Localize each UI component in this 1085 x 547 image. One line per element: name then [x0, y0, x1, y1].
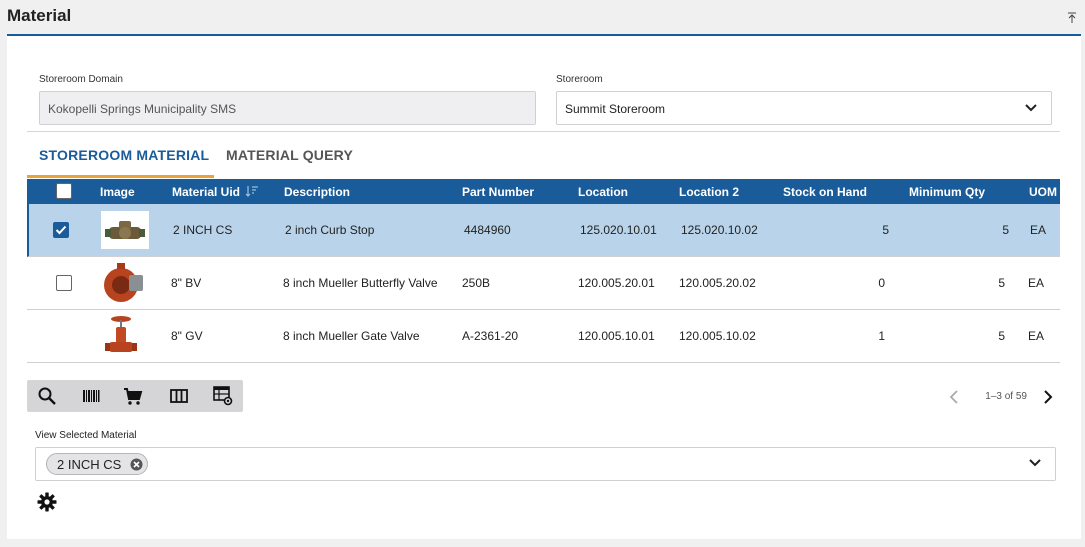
table-toolbar: [27, 380, 243, 412]
checkmark-icon: [55, 225, 67, 235]
uom: EA: [1028, 329, 1045, 343]
table-settings-icon[interactable]: [213, 386, 233, 406]
chevron-down-icon: [1025, 104, 1037, 112]
location-2: 125.020.10.02: [681, 223, 758, 237]
column-header-image: Image: [100, 185, 135, 199]
search-icon[interactable]: [37, 386, 57, 406]
select-all-checkbox[interactable]: [56, 183, 72, 199]
column-header-material-uid-label: Material Uid: [172, 185, 241, 199]
location: 120.005.10.01: [578, 329, 655, 343]
page-header: Material: [7, 0, 1081, 36]
column-header-material-uid[interactable]: Material Uid: [172, 185, 259, 199]
chip-label: 2 INCH CS: [57, 457, 122, 472]
material-panel: Storeroom Domain Kokopelli Springs Munic…: [7, 36, 1081, 539]
stock-on-hand: 5: [882, 223, 889, 237]
row-checkbox[interactable]: [56, 275, 72, 291]
storeroom-select[interactable]: Summit Storeroom: [556, 91, 1052, 125]
location-2: 120.005.20.02: [679, 276, 756, 290]
tab-material-query[interactable]: MATERIAL QUERY: [226, 147, 353, 163]
column-header-stock-on-hand[interactable]: Stock on Hand: [783, 185, 867, 199]
selected-material-chip[interactable]: 2 INCH CS: [46, 453, 149, 475]
row-checkbox[interactable]: [53, 222, 69, 238]
remove-chip-icon[interactable]: [130, 458, 143, 471]
curb-stop-image: [101, 211, 149, 249]
sort-icon[interactable]: [245, 185, 259, 197]
storeroom-select-value: Summit Storeroom: [565, 102, 666, 116]
description: 8 inch Mueller Butterfly Valve: [283, 276, 438, 290]
material-table: Image Material Uid Description Part Numb…: [27, 179, 1060, 363]
next-page-icon[interactable]: [1043, 390, 1053, 404]
column-header-location[interactable]: Location: [578, 185, 628, 199]
selected-material-field[interactable]: 2 INCH CS: [35, 447, 1056, 481]
collapse-icon[interactable]: [1067, 12, 1077, 24]
page-range: 1–3 of 59: [985, 391, 1027, 402]
column-header-part-number[interactable]: Part Number: [462, 185, 534, 199]
pagination: 1–3 of 59: [935, 388, 1055, 408]
part-number: A-2361-20: [462, 329, 519, 343]
material-uid: 2 INCH CS: [173, 223, 233, 237]
column-header-description[interactable]: Description: [284, 185, 350, 199]
butterfly-valve-image: [99, 261, 147, 305]
table-row[interactable]: 8" BV 8 inch Mueller Butterfly Valve 250…: [27, 257, 1060, 310]
storeroom-domain-field: Kokopelli Springs Municipality SMS: [39, 91, 536, 125]
view-selected-material-label: View Selected Material: [35, 430, 137, 441]
table-row[interactable]: 8" GV 8 inch Mueller Gate Valve A-2361-2…: [27, 310, 1060, 363]
tab-storeroom-material[interactable]: STOREROOM MATERIAL: [39, 147, 209, 163]
columns-icon[interactable]: [169, 386, 189, 406]
table-header: Image Material Uid Description Part Numb…: [27, 179, 1060, 204]
material-uid: 8" BV: [171, 276, 202, 290]
storeroom-label: Storeroom: [556, 74, 603, 85]
column-header-minimum-qty[interactable]: Minimum Qty: [909, 185, 985, 199]
minimum-qty: 5: [998, 276, 1005, 290]
stock-on-hand: 0: [878, 276, 885, 290]
previous-page-icon[interactable]: [949, 390, 959, 404]
minimum-qty: 5: [1002, 223, 1009, 237]
storeroom-domain-label: Storeroom Domain: [39, 74, 123, 85]
uom: EA: [1028, 276, 1045, 290]
description: 2 inch Curb Stop: [285, 223, 375, 237]
minimum-qty: 5: [998, 329, 1005, 343]
location-2: 120.005.10.02: [679, 329, 756, 343]
gear-icon[interactable]: [37, 492, 57, 512]
stock-on-hand: 1: [878, 329, 885, 343]
material-uid: 8" GV: [171, 329, 203, 343]
column-header-uom[interactable]: UOM: [1029, 185, 1057, 199]
location: 125.020.10.01: [580, 223, 657, 237]
gate-valve-image: [99, 314, 147, 358]
description: 8 inch Mueller Gate Valve: [283, 329, 420, 343]
uom: EA: [1030, 223, 1047, 237]
location: 120.005.20.01: [578, 276, 655, 290]
part-number: 4484960: [464, 223, 511, 237]
barcode-icon[interactable]: [81, 386, 101, 406]
part-number: 250B: [462, 276, 491, 290]
active-tab-indicator: [27, 175, 214, 178]
table-row[interactable]: 2 INCH CS 2 inch Curb Stop 4484960 125.0…: [27, 204, 1060, 257]
divider: [27, 131, 1060, 132]
chevron-down-icon[interactable]: [1029, 459, 1041, 467]
column-header-location-2[interactable]: Location 2: [679, 185, 739, 199]
page-title: Material: [7, 6, 72, 25]
cart-icon[interactable]: [123, 386, 143, 406]
